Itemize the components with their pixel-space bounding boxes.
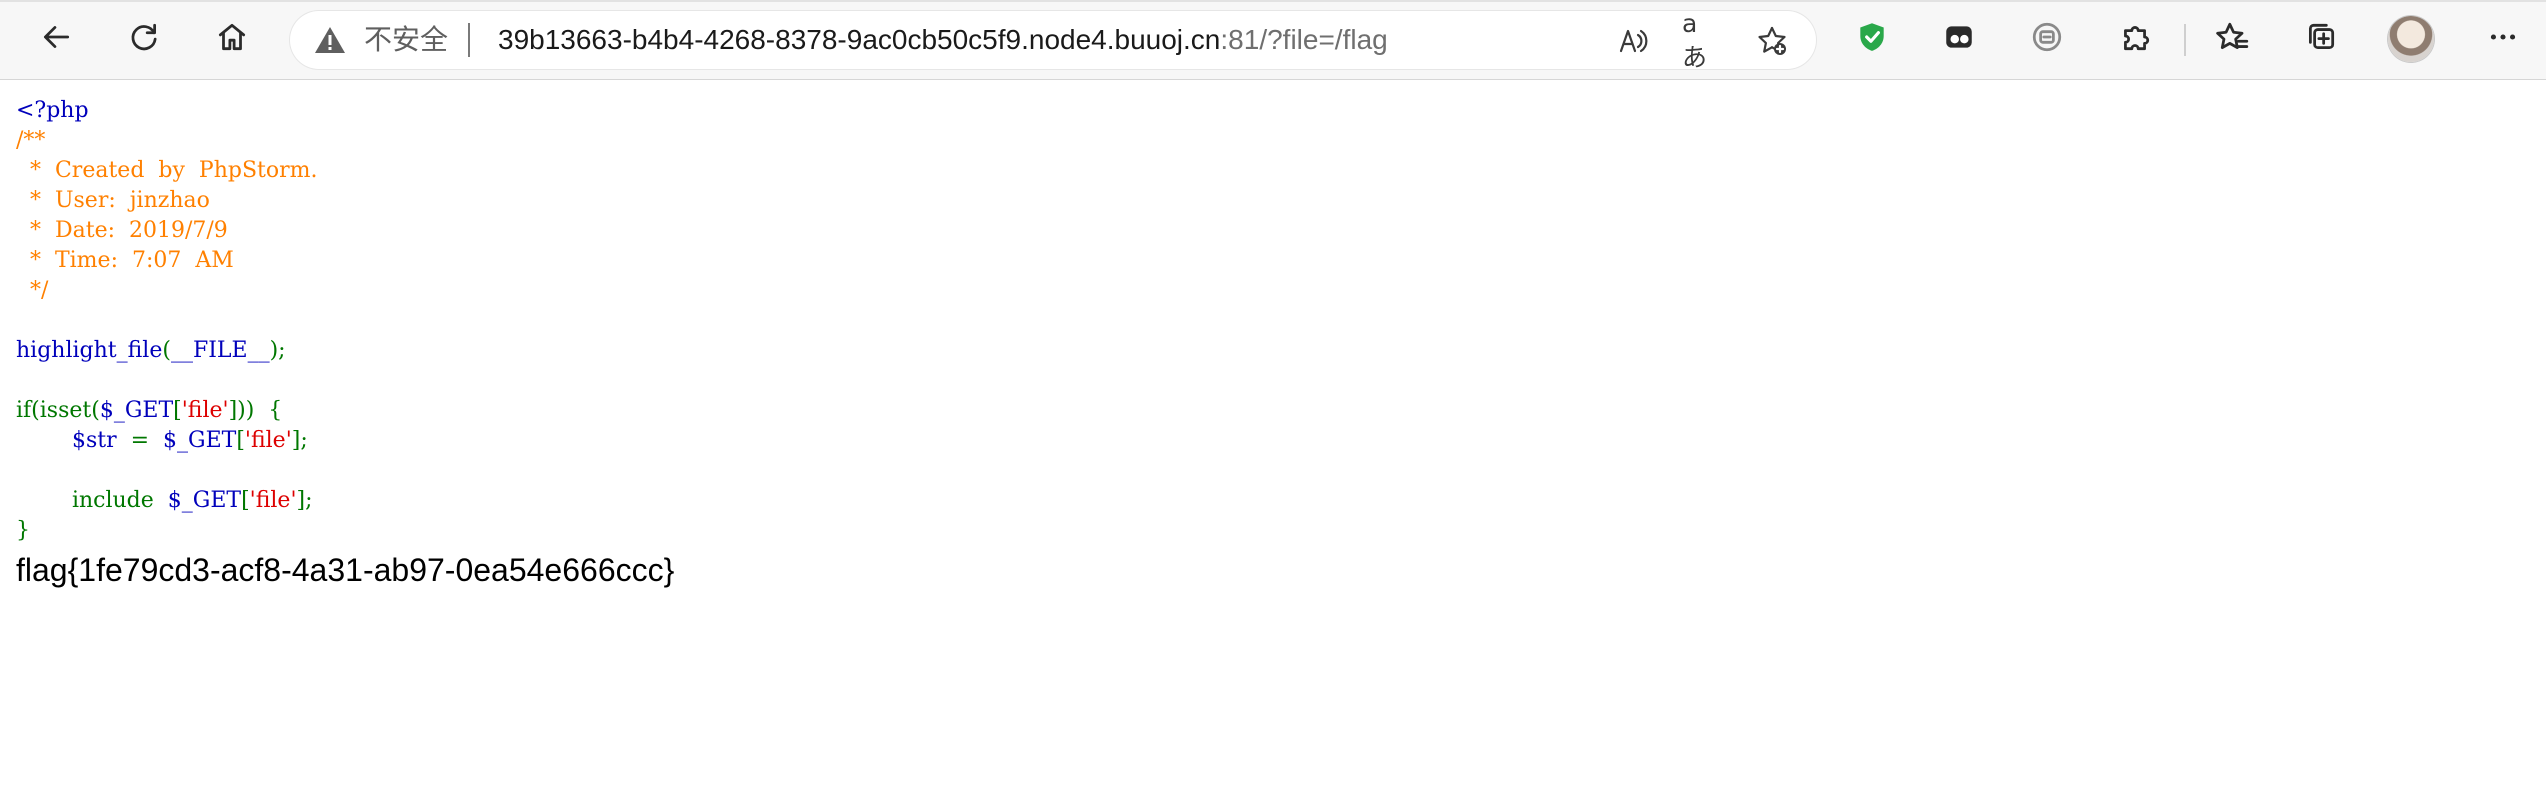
code-line: */ bbox=[16, 276, 2516, 306]
code-line: * Date: 2019/7/9 bbox=[16, 216, 2516, 246]
code-token: * Date: 2019/7/9 bbox=[16, 218, 228, 243]
browser-toolbar: 不安全 39b13663-b4b4-4268-8378-9ac0cb50c5f9… bbox=[0, 0, 2546, 80]
collections-icon bbox=[2304, 20, 2338, 59]
code-token: highlight_file bbox=[16, 338, 163, 363]
address-divider bbox=[468, 23, 470, 57]
favorites-icon bbox=[2216, 20, 2250, 59]
shield-extension-button[interactable] bbox=[1845, 12, 1899, 66]
url-path: :81/?file=/flag bbox=[1220, 24, 1388, 55]
code-line: highlight_file(__FILE__); bbox=[16, 336, 2516, 366]
code-line: * Created by PhpStorm. bbox=[16, 156, 2516, 186]
code-token: ( bbox=[162, 338, 171, 363]
code-line: if(isset($_GET['file'])) { bbox=[16, 396, 2516, 426]
add-favorite-icon[interactable] bbox=[1752, 21, 1792, 61]
code-token: ]; bbox=[291, 428, 308, 453]
code-line: * User: jinzhao bbox=[16, 186, 2516, 216]
tab-extension-icon bbox=[1942, 20, 1976, 59]
code-token: $str bbox=[71, 428, 131, 453]
code-token: * User: jinzhao bbox=[16, 188, 210, 213]
code-token: * Created by PhpStorm. bbox=[16, 158, 318, 183]
code-token: <?php bbox=[16, 98, 89, 123]
page-content: <?php /** * Created by PhpStorm. * User: … bbox=[16, 96, 2516, 590]
flag-output: flag{1fe79cd3-acf8-4a31-ab97-0ea54e666cc… bbox=[16, 552, 675, 588]
code-token: = bbox=[130, 428, 164, 453]
code-token: * Time: 7:07 AM bbox=[16, 248, 234, 273]
tab-extension-button[interactable] bbox=[1932, 12, 1986, 66]
code-line: * Time: 7:07 AM bbox=[16, 246, 2516, 276]
favorites-button[interactable] bbox=[2206, 12, 2260, 66]
code-line: } bbox=[16, 516, 2516, 546]
toolbar-divider bbox=[2184, 24, 2186, 56]
code-token: $_GET bbox=[99, 398, 174, 423]
code-token: $_GET bbox=[163, 428, 237, 453]
url-host: 39b13663-b4b4-4268-8378-9ac0cb50c5f9.nod… bbox=[498, 24, 1221, 55]
php-source-code: <?php /** * Created by PhpStorm. * User: … bbox=[16, 96, 2516, 546]
profile-avatar[interactable] bbox=[2388, 16, 2434, 62]
tab-strip-edge bbox=[0, 0, 2546, 2]
collections-button[interactable] bbox=[2294, 12, 2348, 66]
circle-extension-icon bbox=[2030, 20, 2064, 59]
warning-triangle-icon[interactable] bbox=[314, 25, 346, 55]
code-token: */ bbox=[16, 278, 49, 303]
code-token: if(isset( bbox=[16, 398, 100, 423]
more-icon bbox=[2486, 20, 2520, 59]
puzzle-icon bbox=[2118, 20, 2152, 59]
code-token: include bbox=[16, 488, 168, 513]
home-button[interactable] bbox=[205, 12, 259, 66]
code-token: __FILE__ bbox=[170, 338, 270, 363]
home-icon bbox=[215, 20, 249, 59]
shield-icon bbox=[1855, 20, 1889, 59]
code-line: $str = $_GET['file']; bbox=[16, 426, 2516, 456]
security-status-label[interactable]: 不安全 bbox=[364, 24, 448, 56]
more-button[interactable] bbox=[2476, 12, 2530, 66]
back-button[interactable] bbox=[29, 12, 83, 66]
code-token: ])) { bbox=[228, 398, 283, 423]
code-line: include $_GET['file']; bbox=[16, 486, 2516, 516]
address-bar[interactable]: 不安全 39b13663-b4b4-4268-8378-9ac0cb50c5f9… bbox=[290, 9, 1816, 72]
code-token: 'file' bbox=[244, 428, 292, 453]
code-line: /** bbox=[16, 126, 2516, 156]
extensions-button[interactable] bbox=[2108, 12, 2162, 66]
translate-icon[interactable]: aあ bbox=[1682, 9, 1722, 72]
refresh-button[interactable] bbox=[117, 12, 171, 66]
code-token: [ bbox=[173, 398, 182, 423]
code-token: 'file' bbox=[249, 488, 297, 513]
code-token: } bbox=[16, 518, 30, 543]
code-token: ); bbox=[269, 338, 286, 363]
url-text[interactable]: 39b13663-b4b4-4268-8378-9ac0cb50c5f9.nod… bbox=[498, 24, 1388, 56]
code-token: /** bbox=[16, 128, 46, 153]
code-token: ]; bbox=[296, 488, 313, 513]
code-token: 'file' bbox=[181, 398, 229, 423]
circle-extension-button[interactable] bbox=[2020, 12, 2074, 66]
code-token: [ bbox=[236, 428, 245, 453]
code-token: [ bbox=[241, 488, 250, 513]
read-aloud-icon[interactable] bbox=[1612, 21, 1652, 61]
back-arrow-icon bbox=[39, 20, 73, 59]
code-line: <?php bbox=[16, 96, 2516, 126]
refresh-icon bbox=[127, 20, 161, 59]
code-token: $_GET bbox=[167, 488, 242, 513]
